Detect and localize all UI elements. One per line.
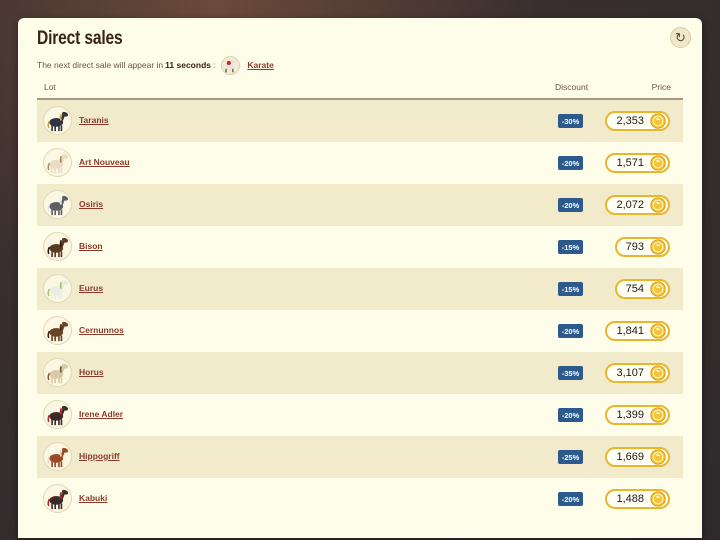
horse-icon [224, 59, 238, 72]
table-row: Taranis -30% 2,353 [37, 100, 683, 142]
price-value: 2,353 [616, 115, 644, 127]
next-horse-link[interactable]: Karate [247, 60, 273, 70]
gold-coin-icon [650, 323, 666, 339]
horse-avatar[interactable] [43, 400, 72, 429]
column-lot: Lot [44, 82, 56, 92]
table-row: Hippogriff -25% 1,669 [37, 436, 683, 478]
next-horse-avatar [221, 55, 241, 75]
page-title: Direct sales [37, 28, 123, 49]
horse-icon [47, 153, 69, 174]
price-button[interactable]: 2,353 [605, 111, 670, 131]
gold-coin-icon [650, 155, 666, 171]
price-value: 1,488 [616, 493, 644, 505]
price-button[interactable]: 754 [614, 279, 670, 299]
horse-icon [47, 489, 69, 510]
refresh-icon: ↻ [675, 29, 686, 45]
horse-avatar[interactable] [43, 442, 72, 471]
discount-badge: -20% [558, 324, 583, 338]
horse-name-link[interactable]: Cernunnos [79, 325, 124, 335]
discount-badge: -20% [558, 156, 583, 170]
gold-coin-icon [650, 449, 666, 465]
table-row: Irene Adler -20% 1,399 [37, 394, 683, 436]
refresh-button[interactable]: ↻ [670, 27, 691, 48]
gold-coin-icon [650, 491, 666, 507]
table-row: Kabuki -20% 1,488 [37, 478, 683, 520]
gold-coin-icon [650, 239, 666, 255]
horse-name-link[interactable]: Hippogriff [79, 451, 120, 461]
price-value: 1,841 [616, 325, 644, 337]
price-value: 2,072 [616, 199, 644, 211]
horse-icon [47, 279, 69, 300]
price-value: 1,669 [616, 451, 644, 463]
discount-badge: -20% [558, 408, 583, 422]
horse-avatar[interactable] [43, 316, 72, 345]
notice-time: 11 seconds [165, 60, 211, 70]
horse-avatar[interactable] [43, 148, 72, 177]
price-button[interactable]: 1,669 [605, 447, 670, 467]
price-value: 793 [625, 241, 644, 253]
table-row: Cernunnos -20% 1,841 [37, 310, 683, 352]
discount-badge: -30% [558, 114, 583, 128]
gold-coin-icon [650, 281, 666, 297]
notice-suffix: : [213, 60, 216, 70]
gold-coin-icon [650, 407, 666, 423]
price-button[interactable]: 1,841 [605, 321, 670, 341]
discount-badge: -15% [558, 240, 583, 254]
horse-icon [47, 405, 69, 426]
discount-badge: -20% [558, 198, 583, 212]
horse-name-link[interactable]: Osiris [79, 199, 103, 209]
horse-icon [47, 237, 69, 258]
gold-coin-icon [650, 365, 666, 381]
sales-list: Taranis -30% 2,353 Art Nouveau -20% 1,57… [37, 100, 683, 520]
horse-name-link[interactable]: Bison [79, 241, 103, 251]
horse-avatar[interactable] [43, 106, 72, 135]
discount-badge: -15% [558, 282, 583, 296]
table-header: Lot Discount Price [37, 78, 683, 100]
horse-icon [47, 447, 69, 468]
horse-avatar[interactable] [43, 190, 72, 219]
price-value: 1,571 [616, 157, 644, 169]
gold-coin-icon [650, 197, 666, 213]
column-discount: Discount [555, 82, 589, 92]
horse-icon [47, 321, 69, 342]
price-button[interactable]: 1,571 [605, 153, 670, 173]
horse-avatar[interactable] [43, 232, 72, 261]
horse-name-link[interactable]: Horus [79, 367, 104, 377]
table-row: Eurus -15% 754 [37, 268, 683, 310]
price-value: 754 [625, 283, 644, 295]
column-price: Price [651, 82, 671, 92]
horse-icon [47, 363, 69, 384]
horse-name-link[interactable]: Taranis [79, 115, 109, 125]
horse-name-link[interactable]: Kabuki [79, 493, 107, 503]
next-sale-notice: The next direct sale will appear in 11 s… [37, 55, 274, 75]
price-value: 1,399 [616, 409, 644, 421]
horse-name-link[interactable]: Eurus [79, 283, 103, 293]
price-button[interactable]: 793 [614, 237, 670, 257]
price-button[interactable]: 1,488 [605, 489, 670, 509]
table-row: Art Nouveau -20% 1,571 [37, 142, 683, 184]
price-button[interactable]: 3,107 [605, 363, 670, 383]
discount-badge: -25% [558, 450, 583, 464]
horse-avatar[interactable] [43, 358, 72, 387]
table-row: Osiris -20% 2,072 [37, 184, 683, 226]
gold-coin-icon [650, 113, 666, 129]
price-button[interactable]: 1,399 [605, 405, 670, 425]
horse-avatar[interactable] [43, 274, 72, 303]
discount-badge: -35% [558, 366, 583, 380]
notice-prefix: The next direct sale will appear in [37, 60, 164, 70]
direct-sales-panel: Direct sales ↻ The next direct sale will… [18, 18, 702, 538]
table-row: Bison -15% 793 [37, 226, 683, 268]
horse-icon [47, 111, 69, 132]
discount-badge: -20% [558, 492, 583, 506]
horse-avatar[interactable] [43, 484, 72, 513]
horse-name-link[interactable]: Irene Adler [79, 409, 123, 419]
horse-icon [47, 195, 69, 216]
price-button[interactable]: 2,072 [605, 195, 670, 215]
horse-name-link[interactable]: Art Nouveau [79, 157, 130, 167]
table-row: Horus -35% 3,107 [37, 352, 683, 394]
price-value: 3,107 [616, 367, 644, 379]
